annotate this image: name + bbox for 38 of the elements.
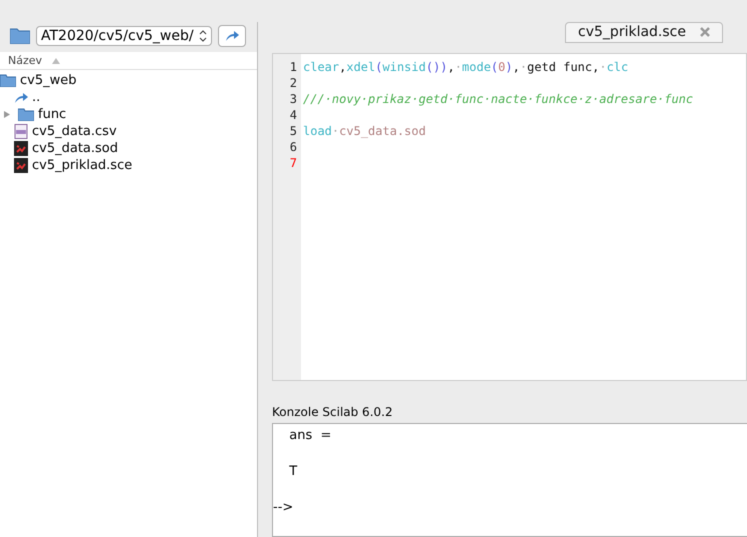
line-number: 5 [288,122,298,139]
path-dropdown[interactable]: AT2020/cv5/cv5_web/ [36,26,212,46]
scilab-file-icon [14,158,28,173]
close-icon[interactable] [700,27,710,38]
expand-triangle-icon[interactable] [4,111,10,118]
parent-folder-button[interactable] [218,25,246,47]
up-arrow-icon [14,92,28,104]
csv-file-icon [14,124,28,139]
folder-icon[interactable] [10,28,30,44]
editor-tab[interactable]: cv5_priklad.sce [565,22,723,43]
up-arrow-icon [225,30,239,42]
console-output: ans = [288,428,332,445]
line-number: 7 [288,154,298,171]
scilab-file-icon [14,141,28,156]
line-number: 1 [288,58,298,75]
folder-icon [18,108,34,121]
code-line: ///·novy·prikaz·getd·func·nacte·funkce·z·adresare·func [302,90,694,107]
line-number: 6 [288,138,298,155]
tree-item[interactable]: .. [32,90,40,105]
tree-item[interactable]: cv5_priklad.sce [32,158,132,173]
tree-item[interactable]: cv5_data.sod [32,141,118,156]
code-line: clear,xdel(winsid()),·mode(0),·getd func,·clc [302,58,630,75]
code-line: load·cv5_data.sod [302,122,427,139]
tree-item[interactable]: cv5_data.csv [32,124,117,139]
tree-item[interactable]: func [38,107,66,122]
line-number: 4 [288,106,298,123]
folder-icon [0,74,16,87]
console-title: Konzole Scilab 6.0.2 [272,404,394,421]
code-editor[interactable]: 1 2 3 4 5 6 7 clear,xdel(winsid()),·mode(0),·getd func,·clc ///·novy·prikaz·getd·func·nacte·funkce·z·adresare·func load·cv5_data.sod [272,52,747,381]
sort-arrow-icon [52,58,60,64]
updown-chevron-icon [199,30,207,42]
line-number: 2 [288,74,298,91]
console-prompt: --> [273,500,294,517]
console-output: T [288,464,298,481]
console-panel[interactable]: ans = T --> [272,423,747,537]
line-number: 3 [288,90,298,107]
tree-item[interactable]: cv5_web [20,73,76,88]
column-header[interactable]: Název [0,52,257,70]
